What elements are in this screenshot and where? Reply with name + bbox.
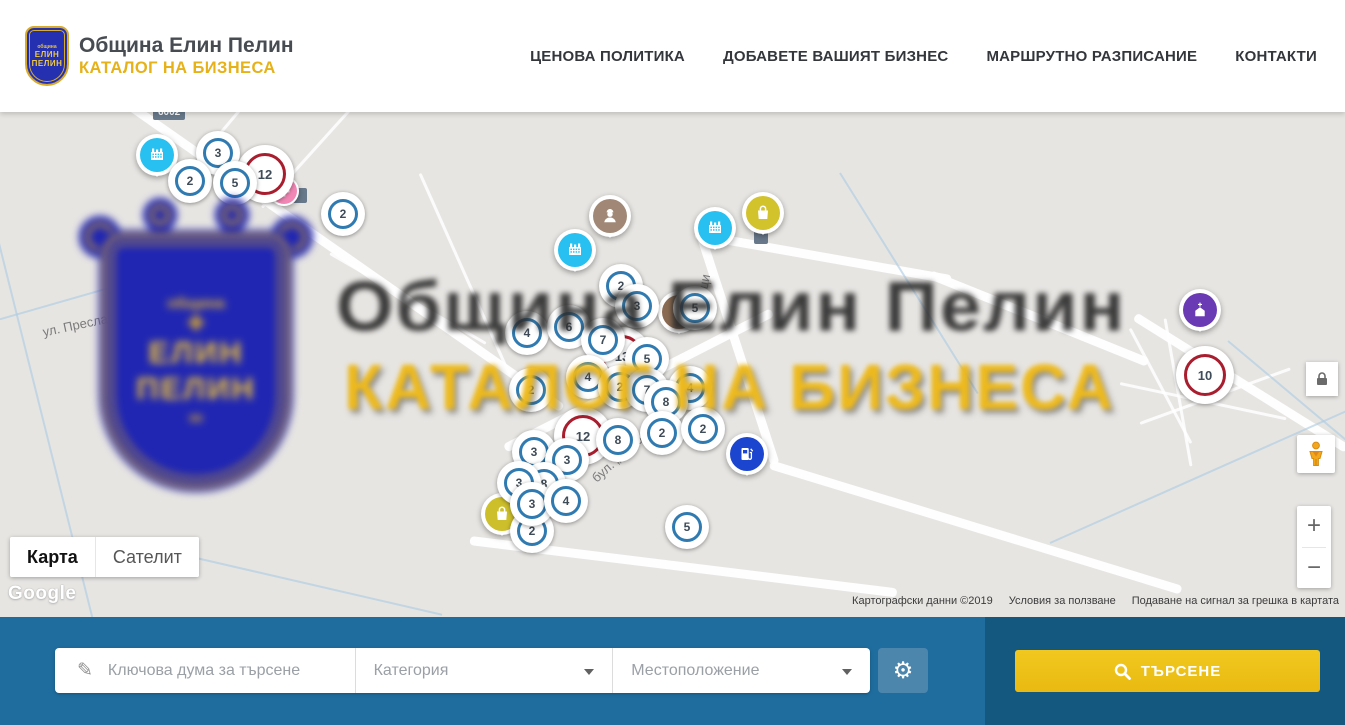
watermark-emblem-top: община [167,295,225,312]
watermark-emblem-line2: ПЕЛИН [136,372,255,406]
map-type-satellite-button[interactable]: Сателит [96,537,199,577]
brand-logo[interactable]: община ЕЛИН ПЕЛИН Община Елин Пелин КАТА… [25,26,294,86]
search-icon [1114,663,1131,680]
pegman-icon [1306,441,1326,467]
cluster-count: 3 [517,489,547,519]
watermark-emblem-line1: ЕЛИН [148,336,243,370]
brand-text: Община Елин Пелин КАТАЛОГ НА БИЗНЕСА [79,34,294,77]
map-type-map-button[interactable]: Карта [10,537,95,577]
search-button-label: ТЪРСЕНЕ [1141,663,1222,680]
pin-marker-bag[interactable] [742,192,784,234]
pin-marker-factory[interactable] [554,229,596,271]
attribution-copyright: Картографски данни ©2019 [852,595,993,607]
watermark-emblem-flourish2: ∞ [189,408,203,428]
map-lock-button[interactable] [1306,362,1338,396]
nav-contacts[interactable]: КОНТАКТИ [1235,48,1317,65]
pin-marker-fuel[interactable] [726,433,768,475]
cluster-marker[interactable]: 2 [321,192,365,236]
zoom-control: + − [1297,506,1331,588]
google-logo[interactable]: Google [8,583,76,605]
chevron-down-icon [584,669,594,675]
lock-icon [1315,371,1329,387]
search-input-group: ✎ Категория Местоположение [55,648,870,693]
advanced-settings-button[interactable]: ⚙ [878,648,928,693]
fuel-icon [730,437,764,471]
factory-icon [558,233,592,267]
cluster-marker[interactable]: 2 [168,159,212,203]
site-title: Община Елин Пелин [79,34,294,58]
location-select-value: Местоположение [631,662,759,680]
factory-icon [698,211,732,245]
emblem-line2: ПЕЛИН [32,59,63,68]
category-select[interactable]: Категория [355,648,613,693]
attribution-terms-link[interactable]: Условия за ползване [1009,595,1116,607]
cluster-marker[interactable]: 4 [544,479,588,523]
cluster-count: 5 [220,168,250,198]
keyword-search-input[interactable] [106,661,355,681]
zoom-in-button[interactable]: + [1297,506,1331,547]
page: община ЕЛИН ПЕЛИН Община Елин Пелин КАТА… [0,0,1345,725]
street-view-pegman-button[interactable] [1297,435,1335,473]
search-button[interactable]: ТЪРСЕНЕ [1015,650,1320,692]
map-canvas[interactable]: 6002ул. Преславбул. „Новоселци 123252235… [0,112,1345,617]
location-select[interactable]: Местоположение [612,648,870,693]
watermark-emblem-shield: община ✚ ЕЛИН ПЕЛИН ∞ [99,230,293,492]
pin-marker-church[interactable] [1179,289,1221,331]
nav-pricing-policy[interactable]: ЦЕНОВА ПОЛИТИКА [530,48,685,65]
keyword-section: ✎ [55,648,355,693]
nav-route-schedule[interactable]: МАРШРУТНО РАЗПИСАНИЕ [986,48,1197,65]
watermark-emblem-flourish: ✚ [188,314,205,334]
watermark-emblem: община ✚ ЕЛИН ПЕЛИН ∞ [85,212,307,500]
cluster-marker[interactable]: 10 [1176,346,1234,404]
cluster-marker[interactable]: 5 [665,505,709,549]
pin-marker-factory[interactable] [694,207,736,249]
cluster-count: 10 [1184,354,1226,396]
cluster-count: 2 [175,166,205,196]
chevron-down-icon [842,669,852,675]
nav-add-business[interactable]: ДОБАВЕТЕ ВАШИЯТ БИЗНЕС [723,48,948,65]
pencil-icon: ✎ [77,661,93,680]
factory-icon [140,138,174,172]
municipality-emblem-icon: община ЕЛИН ПЕЛИН [25,26,69,86]
attribution-report-error-link[interactable]: Подаване на сигнал за грешка в картата [1132,595,1339,607]
emblem-line1: ЕЛИН [35,50,59,59]
cluster-count: 2 [328,199,358,229]
watermark-subtitle: КАТАЛОГ НА БИЗНЕСА [344,350,1115,424]
bag-icon [746,196,780,230]
cluster-marker[interactable]: 8 [596,418,640,462]
worker-icon [593,199,627,233]
site-subtitle: КАТАЛОГ НА БИЗНЕСА [79,59,294,78]
gear-icon: ⚙ [893,659,914,682]
map-type-control: Карта Сателит [10,537,199,577]
zoom-out-button[interactable]: − [1297,548,1331,589]
cluster-count: 5 [672,512,702,542]
map-attribution: Картографски данни ©2019 Условия за полз… [852,595,1339,607]
cluster-count: 8 [603,425,633,455]
main-nav: ЦЕНОВА ПОЛИТИКА ДОБАВЕТЕ ВАШИЯТ БИЗНЕС М… [530,48,1317,65]
watermark-title: Община Елин Пелин [336,266,1126,347]
cluster-count: 4 [551,486,581,516]
header: община ЕЛИН ПЕЛИН Община Елин Пелин КАТА… [0,0,1345,112]
category-select-value: Категория [374,662,449,680]
search-bar: ✎ Категория Местоположение ⚙ ТЪРСЕНЕ [0,617,1345,725]
church-icon [1183,293,1217,327]
